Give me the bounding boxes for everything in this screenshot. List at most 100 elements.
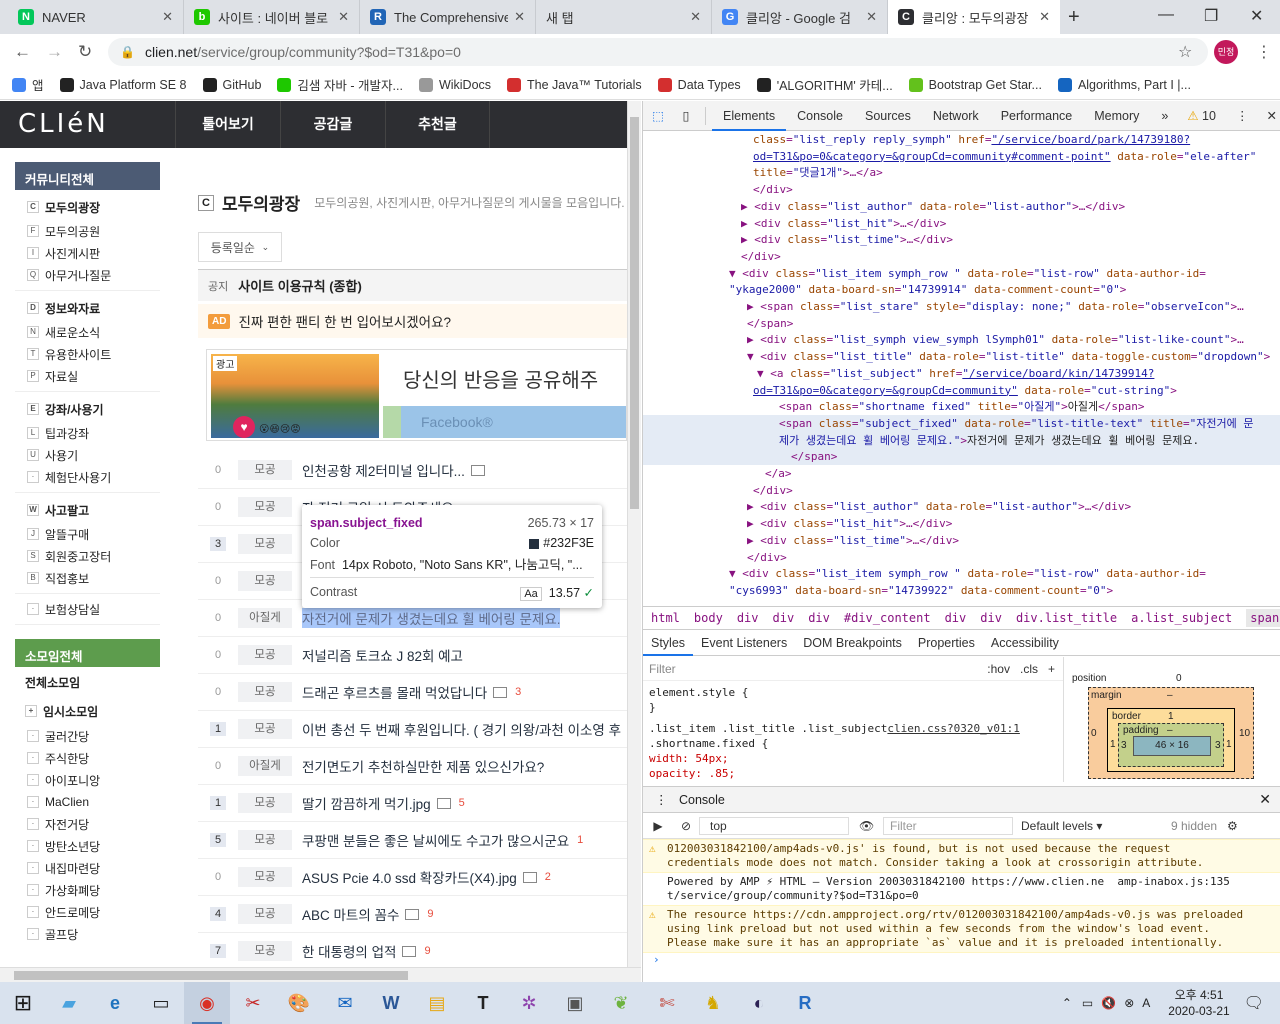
- tab-close-icon[interactable]: ✕: [690, 9, 701, 25]
- sidebar-group-head[interactable]: W 사고팔고: [15, 497, 160, 523]
- page-horizontal-scrollbar[interactable]: [0, 967, 641, 982]
- post-subject[interactable]: 한 대통령의 업적: [302, 941, 396, 961]
- volume-mute-icon[interactable]: 🔇: [1101, 996, 1116, 1010]
- devtools-tab[interactable]: »: [1150, 101, 1179, 131]
- styles-filter-input[interactable]: Filter: [649, 662, 987, 676]
- sort-dropdown[interactable]: 등록일순 ⌄: [198, 232, 282, 262]
- new-rule-icon[interactable]: +: [1048, 662, 1055, 676]
- console-settings-icon[interactable]: ⚙: [1227, 819, 1238, 833]
- dom-node-line[interactable]: "cys6993" data-board-sn="14739922" data-…: [643, 582, 1113, 599]
- cls-toggle[interactable]: .cls: [1020, 662, 1038, 676]
- page-vertical-scrollbar[interactable]: [627, 101, 641, 967]
- dom-node-line[interactable]: title="댓글1개">…</a>: [643, 164, 883, 181]
- breadcrumb-item[interactable]: div: [773, 611, 795, 625]
- somoim-item[interactable]: · 내집마련당: [15, 857, 160, 879]
- somoim-temp[interactable]: + 임시소모임: [15, 697, 160, 725]
- menu-kebab-icon[interactable]: ⋮: [1256, 42, 1272, 62]
- scrollbar-thumb-h[interactable]: [14, 971, 408, 980]
- minimize-icon[interactable]: —: [1158, 6, 1174, 24]
- devtools-menu-icon[interactable]: ⋮: [1236, 108, 1249, 123]
- bookmark-item[interactable]: Algorithms, Part I |...: [1057, 77, 1191, 92]
- console-prompt[interactable]: ›: [643, 953, 1280, 966]
- sidebar-item[interactable]: F 모두의공원: [15, 220, 160, 242]
- devtools-tab[interactable]: Memory: [1083, 101, 1150, 131]
- devtools-tab[interactable]: Performance: [990, 101, 1084, 131]
- breadcrumb-item[interactable]: div: [980, 611, 1002, 625]
- dom-node-line[interactable]: od=T31&po=0&category=&groupCd=community"…: [643, 382, 1177, 399]
- devtools-tab[interactable]: Console: [786, 101, 854, 131]
- clien-logo[interactable]: CLIéN: [18, 109, 109, 139]
- kakao-icon[interactable]: ♞: [690, 982, 736, 1024]
- sidebar-group-head[interactable]: C 모두의광장: [15, 194, 160, 220]
- dom-node-line[interactable]: class="list_reply reply_symph" href="/se…: [643, 131, 1190, 148]
- tab-close-icon[interactable]: ✕: [866, 9, 877, 25]
- remote-desktop-icon[interactable]: ▣: [552, 982, 598, 1024]
- dom-node-line[interactable]: ▼ <div class="list_item symph_row " data…: [643, 565, 1206, 582]
- device-toggle-icon[interactable]: ▯: [673, 108, 699, 123]
- paint-icon[interactable]: 🎨: [276, 982, 322, 1024]
- style-prop[interactable]: opacity: .85;: [643, 766, 1063, 781]
- outlook-icon[interactable]: ✉: [322, 982, 368, 1024]
- styles-subtab[interactable]: Event Listeners: [693, 630, 795, 656]
- dom-node-line[interactable]: 제가 생겼는데요 휠 베어링 문제요.">자전거에 문제가 생겼는데요 휠 베어…: [643, 431, 1280, 449]
- bookmark-item[interactable]: Java Platform SE 8: [59, 77, 187, 92]
- sidebar-group-head[interactable]: D 정보와자료: [15, 295, 160, 321]
- post-row[interactable]: 1 모공 이번 총선 두 번째 후원입니다. ( 경기 의왕/과천 이소영 후: [198, 711, 627, 748]
- terminal-icon[interactable]: ▭: [138, 982, 184, 1024]
- bookmark-item[interactable]: The Java™ Tutorials: [507, 77, 642, 92]
- file-explorer-icon[interactable]: ▤: [414, 982, 460, 1024]
- dom-node-line[interactable]: ▼ <a class="list_subject" href="/service…: [643, 365, 1154, 382]
- new-tab-button[interactable]: +: [1068, 6, 1080, 29]
- bookmark-item[interactable]: Bootstrap Get Star...: [908, 77, 1042, 92]
- forward-icon[interactable]: →: [46, 42, 63, 62]
- sidebar-item[interactable]: L 팁과강좌: [15, 422, 160, 444]
- breadcrumb-item[interactable]: #div_content: [844, 611, 931, 625]
- post-subject[interactable]: 인천공항 제2터미널 입니다...: [302, 460, 465, 480]
- bookmark-item[interactable]: GitHub: [202, 77, 261, 92]
- post-row[interactable]: 5 모공 쿠팡맨 분들은 좋은 날씨에도 수고가 많으시군요 1: [198, 822, 627, 859]
- post-row[interactable]: 7 모공 한 대통령의 업적 9: [198, 933, 627, 967]
- dom-node-line[interactable]: ▼ <div class="list_item symph_row " data…: [643, 265, 1206, 282]
- reload-icon[interactable]: ↻: [78, 42, 92, 62]
- somoim-all-header[interactable]: 소모임전체: [15, 639, 160, 667]
- bookmark-item[interactable]: 김샘 자바 - 개발자...: [277, 75, 403, 94]
- dom-node-line[interactable]: ▶ <div class="list_author" data-role="li…: [643, 498, 1131, 515]
- dom-node-line[interactable]: ▶ <span class="list_stare" style="displa…: [643, 298, 1244, 315]
- styles-subtab[interactable]: DOM Breakpoints: [795, 630, 910, 656]
- dom-node-line[interactable]: ▶ <div class="list_time">…</div>: [643, 532, 959, 549]
- eye-icon[interactable]: 👁: [859, 819, 883, 833]
- console-title[interactable]: Console: [679, 793, 725, 807]
- devtools-tab[interactable]: Elements: [712, 101, 787, 131]
- styles-subtab[interactable]: Styles: [643, 630, 694, 656]
- dom-node-line[interactable]: "ykage2000" data-board-sn="14739914" dat…: [643, 281, 1126, 298]
- dom-node-line[interactable]: ▶ <div class="list_symph view_symph lSym…: [643, 331, 1244, 348]
- post-row[interactable]: 0 모공 저널리즘 토크쇼 J 82회 예고: [198, 637, 627, 674]
- sidebar-item[interactable]: N 새로운소식: [15, 321, 160, 343]
- dom-node-line[interactable]: </div>: [643, 248, 781, 265]
- somoim-item[interactable]: · 안드로메당: [15, 901, 160, 923]
- browser-tab[interactable]: R The Comprehensive ✕: [360, 0, 536, 34]
- bookmark-item[interactable]: WikiDocs: [418, 77, 491, 92]
- devtools-tab[interactable]: Sources: [854, 101, 922, 131]
- ime-indicator[interactable]: A: [1142, 996, 1150, 1010]
- post-subject[interactable]: 저널리즘 토크쇼 J 82회 예고: [302, 645, 463, 665]
- style-prop[interactable]: width: 54px;: [643, 751, 1063, 766]
- breadcrumb-item[interactable]: span.shortname.fixed: [1246, 609, 1280, 627]
- somoim-item[interactable]: · 방탄소년당: [15, 835, 160, 857]
- dom-node-line[interactable]: ▶ <div class="list_time">…</div>: [643, 231, 953, 248]
- notification-badge-icon[interactable]: ⊗: [1124, 996, 1134, 1010]
- post-subject[interactable]: 딸기 깜끔하게 먹기.jpg: [302, 793, 431, 813]
- network-icon[interactable]: ▭: [1082, 996, 1093, 1010]
- post-subject[interactable]: 쿠팡맨 분들은 좋은 날씨에도 수고가 많으시군요: [302, 830, 569, 850]
- scrollbar-thumb[interactable]: [630, 117, 639, 509]
- breadcrumb-item[interactable]: div: [737, 611, 759, 625]
- dom-node-line[interactable]: <span class="subject_fixed" data-role="l…: [643, 414, 1280, 432]
- close-window-icon[interactable]: ✕: [1250, 6, 1263, 26]
- breadcrumb-item[interactable]: div: [808, 611, 830, 625]
- tab-close-icon[interactable]: ✕: [1039, 9, 1050, 25]
- somoim-all[interactable]: 전체소모임: [15, 667, 160, 697]
- maximize-icon[interactable]: ❐: [1204, 6, 1218, 26]
- dom-node-line[interactable]: ▶ <div class="list_hit">…</div>: [643, 215, 946, 232]
- browser-tab[interactable]: G 클리앙 - Google 검 ✕: [712, 0, 888, 34]
- sidebar-item[interactable]: · 보험상담실: [15, 598, 160, 620]
